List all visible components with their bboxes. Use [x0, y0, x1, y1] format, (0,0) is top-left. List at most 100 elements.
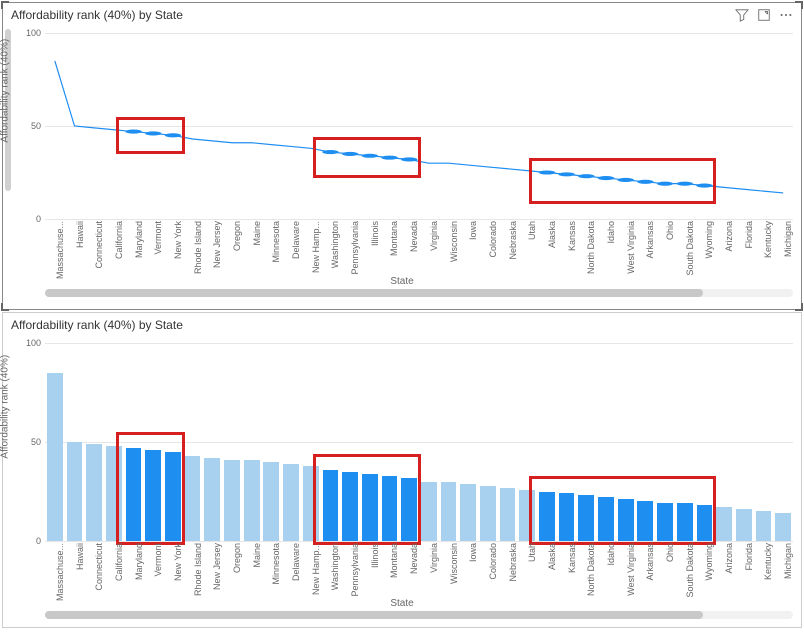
gridline [45, 541, 793, 542]
horizontal-scrollbar[interactable] [45, 289, 793, 297]
data-point[interactable] [381, 156, 397, 160]
bar[interactable] [323, 470, 339, 541]
resize-handle-tr[interactable] [793, 1, 803, 11]
data-point[interactable] [539, 170, 555, 174]
data-point[interactable] [401, 157, 417, 161]
bar[interactable] [618, 499, 634, 541]
x-tick: Arkansas [645, 543, 655, 581]
x-tick: Connecticut [94, 221, 104, 269]
bar[interactable] [263, 462, 279, 541]
data-point[interactable] [696, 183, 712, 187]
x-tick: West Virginia [626, 543, 636, 596]
y-axis-label: Affordability rank (40%) [0, 39, 11, 143]
bar[interactable] [775, 513, 791, 541]
x-tick: Iowa [468, 543, 478, 562]
x-tick: Michigan [783, 221, 793, 257]
bar[interactable] [637, 501, 653, 541]
bar[interactable] [145, 450, 161, 541]
visual-toolbar [735, 8, 793, 22]
bar[interactable] [244, 460, 260, 541]
x-tick: Pennsylvania [350, 543, 360, 597]
bar[interactable] [401, 478, 417, 541]
data-point[interactable] [657, 182, 673, 186]
bar[interactable] [441, 482, 457, 541]
bar[interactable] [362, 474, 378, 541]
bar[interactable] [106, 446, 122, 541]
x-tick: Nebraska [508, 221, 518, 260]
resize-handle-tl[interactable] [1, 1, 11, 11]
data-point[interactable] [322, 150, 338, 154]
bar[interactable] [500, 488, 516, 541]
more-options-icon[interactable] [779, 8, 793, 22]
bar[interactable] [67, 442, 83, 541]
x-tick: Vermont [153, 221, 163, 255]
x-tick: North Dakota [586, 543, 596, 596]
resize-handle-bl[interactable] [1, 301, 11, 311]
bar[interactable] [559, 493, 575, 541]
line-chart-panel[interactable]: Affordability rank (40%) by State Afford… [2, 2, 802, 310]
data-point[interactable] [342, 152, 358, 156]
bar[interactable] [224, 460, 240, 541]
x-tick: Washington [330, 543, 340, 590]
filter-icon[interactable] [735, 8, 749, 22]
x-tick: Oregon [232, 543, 242, 573]
bar[interactable] [756, 511, 772, 541]
bar[interactable] [165, 452, 181, 541]
data-point[interactable] [637, 180, 653, 184]
x-tick: Hawaii [75, 543, 85, 570]
bar[interactable] [204, 458, 220, 541]
bar[interactable] [480, 486, 496, 541]
bar[interactable] [382, 476, 398, 541]
resize-handle-br[interactable] [793, 301, 803, 311]
focus-mode-icon[interactable] [757, 8, 771, 22]
bar[interactable] [677, 503, 693, 541]
bar[interactable] [578, 495, 594, 541]
bar[interactable] [697, 505, 713, 541]
x-tick: California [114, 543, 124, 581]
bar[interactable] [539, 492, 555, 542]
bar[interactable] [657, 503, 673, 541]
bar[interactable] [460, 484, 476, 541]
x-tick: New Hamp... [311, 543, 321, 595]
x-tick: Montana [389, 543, 399, 578]
bar[interactable] [421, 482, 437, 541]
bar[interactable] [185, 456, 201, 541]
data-point[interactable] [125, 130, 141, 134]
plot-region [45, 33, 793, 219]
bar[interactable] [283, 464, 299, 541]
scrollbar-thumb[interactable] [45, 611, 703, 619]
bar[interactable] [736, 509, 752, 541]
bar[interactable] [716, 507, 732, 541]
bar[interactable] [126, 448, 142, 541]
x-tick: Connecticut [94, 543, 104, 591]
bar[interactable] [598, 497, 614, 541]
bar[interactable] [86, 444, 102, 541]
x-tick: Utah [527, 221, 537, 240]
data-point[interactable] [598, 176, 614, 180]
bar[interactable] [47, 373, 63, 541]
bar[interactable] [303, 466, 319, 541]
x-tick: Massachuse... [55, 221, 65, 279]
data-point[interactable] [677, 182, 693, 186]
data-point[interactable] [578, 174, 594, 178]
data-point[interactable] [145, 131, 161, 135]
data-point[interactable] [362, 154, 378, 158]
x-tick: Colorado [488, 221, 498, 258]
bar[interactable] [342, 472, 358, 541]
x-tick: Illinois [370, 221, 380, 246]
bar-series [45, 343, 793, 541]
x-axis-label: State [3, 276, 801, 287]
bar[interactable] [519, 490, 535, 541]
x-tick: Washington [330, 221, 340, 268]
x-tick: Virginia [429, 221, 439, 251]
x-tick: Florida [744, 543, 754, 571]
scrollbar-thumb[interactable] [45, 289, 703, 297]
data-point[interactable] [617, 178, 633, 182]
y-tick: 100 [26, 338, 41, 348]
data-point[interactable] [165, 133, 181, 137]
horizontal-scrollbar[interactable] [45, 611, 793, 619]
x-tick: Montana [389, 221, 399, 256]
data-point[interactable] [558, 172, 574, 176]
x-tick: Vermont [153, 543, 163, 577]
bar-chart-panel[interactable]: Affordability rank (40%) by State Afford… [2, 312, 802, 628]
